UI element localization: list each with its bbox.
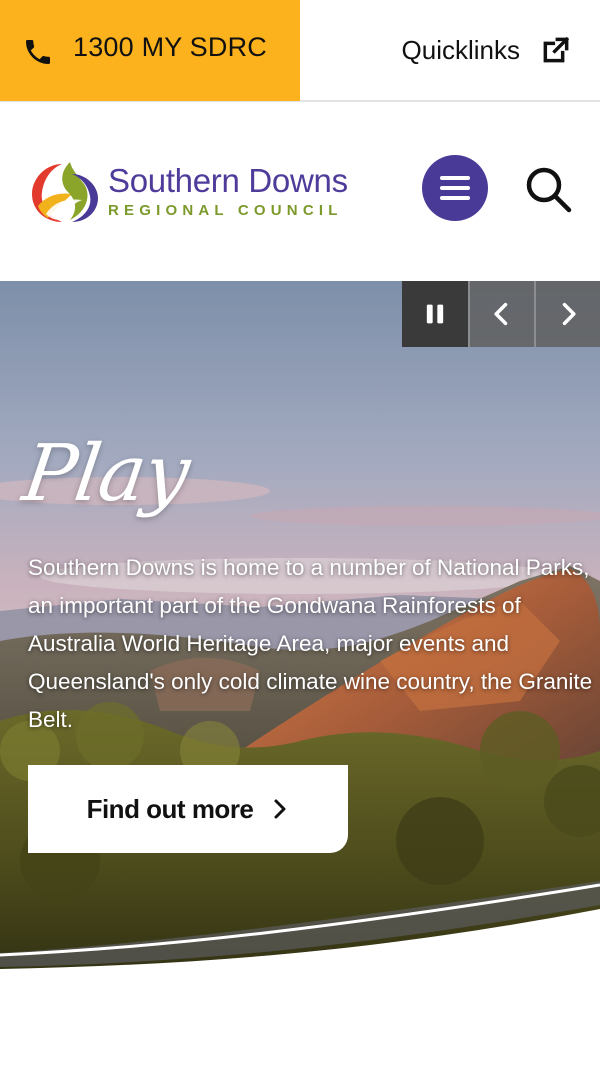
phone-number: 1300 MY SDRC xyxy=(73,32,267,62)
logo-name: Southern Downs xyxy=(108,161,348,199)
hero-carousel: Play Southern Downs is home to a number … xyxy=(0,281,600,1001)
logo-text: Southern Downs REGIONAL COUNCIL xyxy=(108,162,348,220)
find-out-more-label: Find out more xyxy=(86,793,254,824)
hero-description: Southern Downs is home to a number of Na… xyxy=(28,555,593,732)
hero-title: Play xyxy=(17,429,195,519)
logo-emblem-icon xyxy=(32,161,98,222)
phone-link[interactable]: 1300 MY SDRC xyxy=(0,0,300,101)
external-link-icon xyxy=(543,36,570,63)
chevron-right-icon xyxy=(274,799,286,819)
carousel-pause-button[interactable] xyxy=(402,281,468,347)
carousel-prev-button[interactable] xyxy=(468,281,534,347)
site-header: Southern Downs REGIONAL COUNCIL xyxy=(0,103,600,281)
quicklinks-label: Quicklinks xyxy=(401,34,520,65)
carousel-controls xyxy=(402,281,600,347)
quicklinks-link[interactable]: Quicklinks xyxy=(402,28,572,72)
council-logo[interactable]: Southern Downs REGIONAL COUNCIL xyxy=(26,153,376,228)
pause-icon xyxy=(426,304,444,324)
chevron-right-icon xyxy=(562,302,576,326)
logo-subtitle: REGIONAL COUNCIL xyxy=(108,201,343,219)
phone-icon xyxy=(26,40,50,64)
hero-wave-divider xyxy=(0,881,600,1001)
menu-button[interactable] xyxy=(422,155,488,221)
top-bar: 1300 MY SDRC Quicklinks xyxy=(0,0,600,102)
find-out-more-button[interactable]: Find out more xyxy=(28,765,348,853)
carousel-next-button[interactable] xyxy=(534,281,600,347)
search-icon[interactable] xyxy=(522,163,574,215)
hamburger-menu-icon xyxy=(440,176,470,200)
chevron-left-icon xyxy=(494,302,508,326)
